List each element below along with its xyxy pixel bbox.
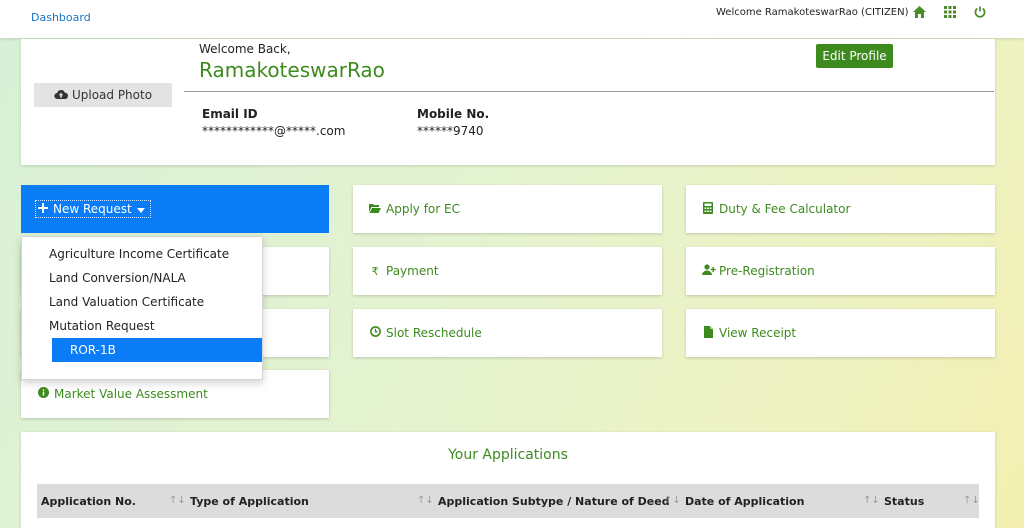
dropdown-item-land-conversion[interactable]: Land Conversion/NALA xyxy=(31,266,241,290)
column-date-of-application[interactable]: Date of Application xyxy=(685,495,804,508)
mobile-value: ******9740 xyxy=(417,124,484,138)
sort-icon[interactable]: ↑↓ xyxy=(963,495,980,506)
calculator-icon xyxy=(702,201,714,217)
column-status[interactable]: Status xyxy=(884,495,924,508)
applications-title: Your Applications xyxy=(448,447,568,463)
dropdown-item-land-valuation[interactable]: Land Valuation Certificate xyxy=(31,290,241,314)
apply-ec-label: Apply for EC xyxy=(386,202,460,216)
clock-icon xyxy=(369,326,381,340)
profile-username: RamakoteswarRao xyxy=(199,58,385,82)
email-value: ************@*****.com xyxy=(202,124,346,138)
power-icon[interactable] xyxy=(972,4,988,20)
payment-tile[interactable]: ₹ Payment xyxy=(353,247,662,295)
slot-reschedule-tile[interactable]: Slot Reschedule xyxy=(353,309,662,357)
dropdown-item-mutation-request[interactable]: Mutation Request xyxy=(31,314,241,338)
duty-fee-calculator-tile[interactable]: Duty & Fee Calculator xyxy=(686,185,995,233)
column-application-no[interactable]: Application No. xyxy=(41,495,136,508)
divider xyxy=(184,91,994,92)
home-icon[interactable] xyxy=(911,4,927,20)
upload-photo-label: Upload Photo xyxy=(71,88,153,102)
sort-icon[interactable]: ↑↓ xyxy=(863,495,880,506)
view-receipt-label: View Receipt xyxy=(719,326,797,340)
caret-down-icon xyxy=(136,202,145,216)
rupee-icon: ₹ xyxy=(371,264,379,278)
email-label: Email ID xyxy=(202,107,258,121)
pre-registration-label: Pre-Registration xyxy=(719,264,815,278)
applications-table-header: Application No. ↑↓ Type of Application ↑… xyxy=(37,484,980,518)
market-value-label: Market Value Assessment xyxy=(54,387,208,401)
column-application-subtype[interactable]: Application Subtype / Nature of Deed xyxy=(438,495,670,508)
view-receipt-tile[interactable]: View Receipt xyxy=(686,309,995,357)
welcome-back-text: Welcome Back, xyxy=(199,42,291,56)
upload-photo-button[interactable]: Upload Photo xyxy=(34,83,172,107)
profile-card: Upload Photo Welcome Back, RamakoteswarR… xyxy=(21,39,995,165)
slot-reschedule-label: Slot Reschedule xyxy=(386,326,482,340)
sort-icon[interactable]: ↑↓ xyxy=(417,495,434,506)
dropdown-item-agriculture-income[interactable]: Agriculture Income Certificate xyxy=(31,242,241,266)
new-request-dropdown-toggle[interactable]: New Request xyxy=(35,200,151,218)
file-icon xyxy=(702,325,714,341)
mobile-label: Mobile No. xyxy=(417,107,490,121)
apply-ec-tile[interactable]: Apply for EC xyxy=(353,185,662,233)
sort-icon[interactable]: ↑↓ xyxy=(169,495,186,506)
plus-icon xyxy=(38,202,48,216)
pre-registration-tile[interactable]: Pre-Registration xyxy=(686,247,995,295)
info-circle-icon xyxy=(37,387,49,401)
payment-label: Payment xyxy=(386,264,439,278)
user-plus-icon xyxy=(702,264,716,278)
applications-panel: Your Applications Application No. ↑↓ Typ… xyxy=(21,432,995,528)
cloud-upload-icon xyxy=(54,88,68,102)
welcome-user-text: Welcome RamakoteswarRao (CITIZEN) xyxy=(716,7,909,18)
new-request-tile[interactable]: New Request xyxy=(21,185,329,233)
new-request-label: New Request xyxy=(53,202,132,216)
top-navbar: Dashboard Welcome RamakoteswarRao (CITIZ… xyxy=(0,0,1024,38)
apps-grid-icon[interactable] xyxy=(942,4,958,20)
edit-profile-button[interactable]: Edit Profile xyxy=(816,44,893,68)
column-type-of-application[interactable]: Type of Application xyxy=(190,495,309,508)
sort-icon[interactable]: ↑↓ xyxy=(664,495,681,506)
dropdown-item-ror-1b[interactable]: ROR-1B xyxy=(52,338,262,362)
dashboard-link[interactable]: Dashboard xyxy=(31,11,91,24)
duty-fee-calculator-label: Duty & Fee Calculator xyxy=(719,202,851,216)
folder-open-icon xyxy=(369,203,381,216)
